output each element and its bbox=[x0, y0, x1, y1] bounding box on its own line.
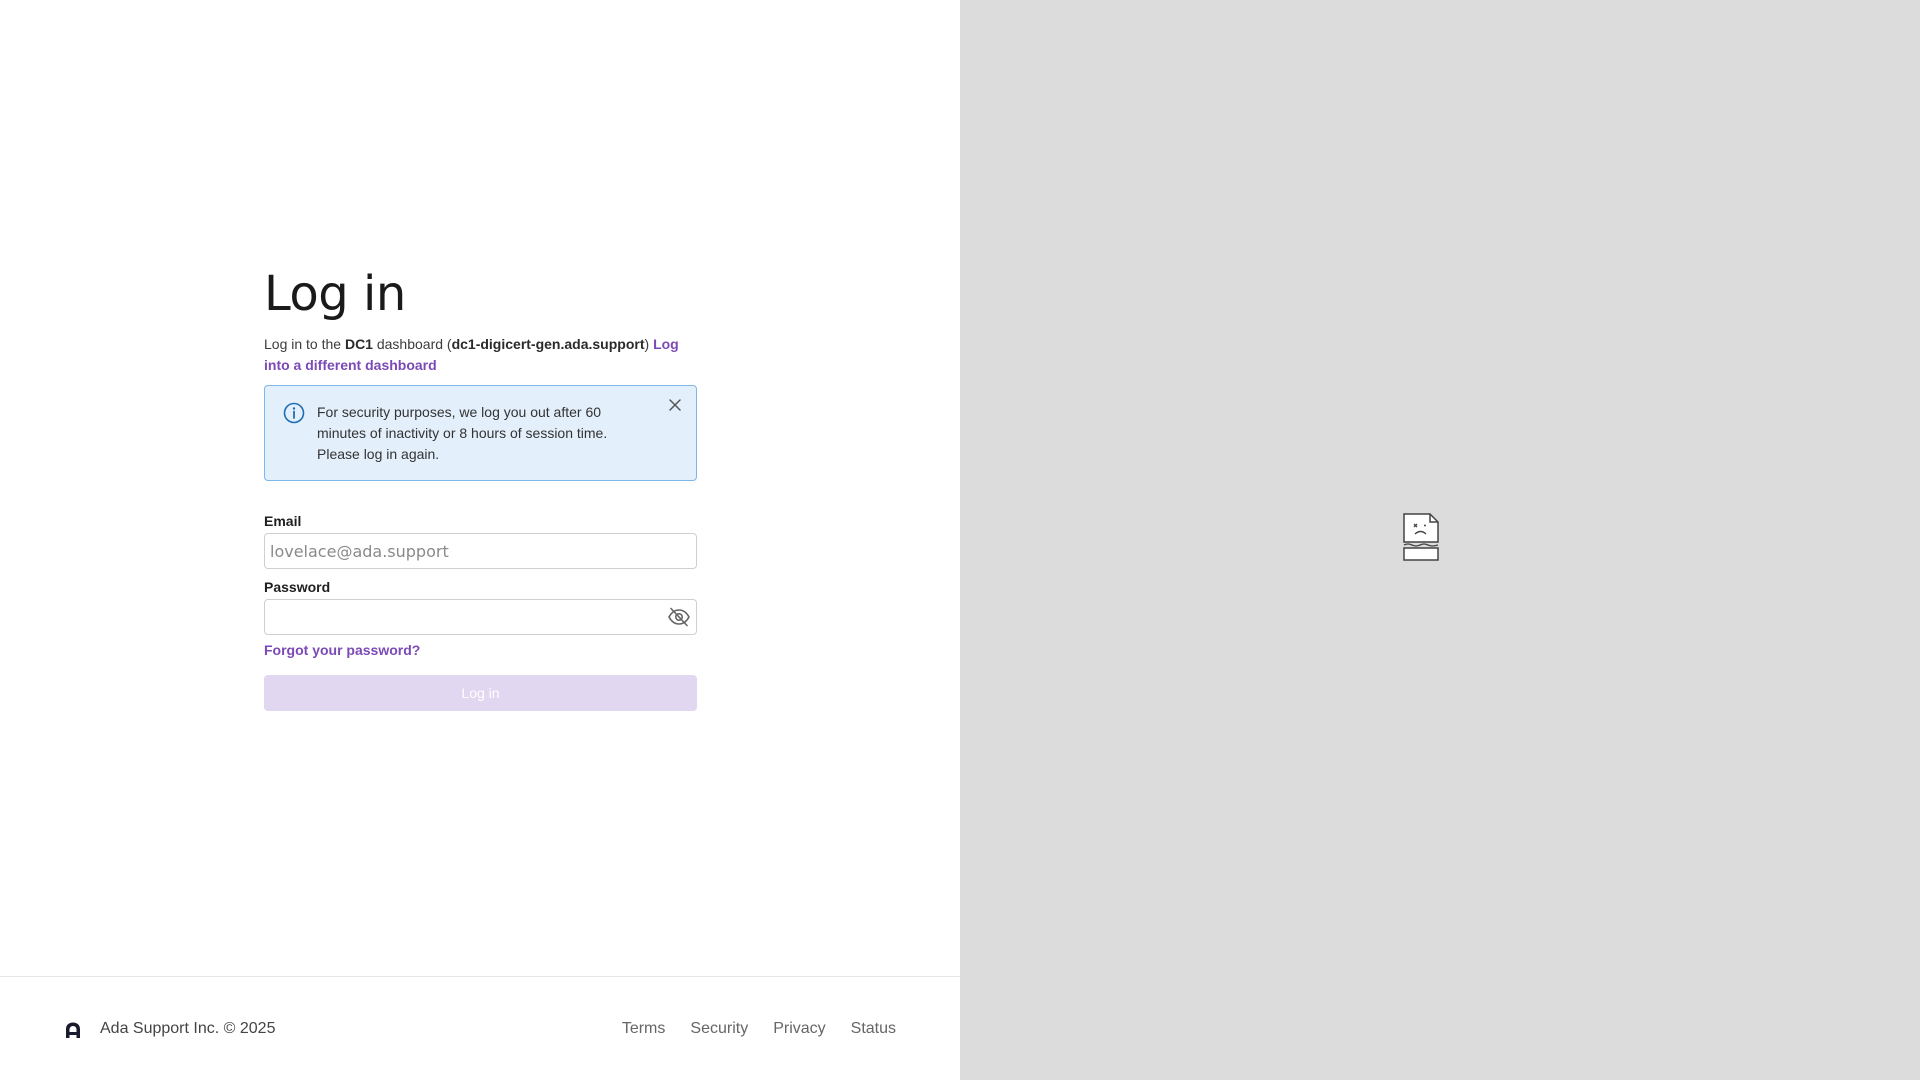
footer-links: Terms Security Privacy Status bbox=[622, 1019, 896, 1039]
info-icon bbox=[283, 402, 305, 424]
footer-link-privacy[interactable]: Privacy bbox=[773, 1019, 825, 1039]
subtitle-prefix: Log in to the bbox=[264, 336, 345, 352]
footer-link-security[interactable]: Security bbox=[690, 1019, 748, 1039]
ada-logo-icon bbox=[66, 1022, 80, 1038]
alert-text: For security purposes, we log you out af… bbox=[317, 404, 608, 462]
email-field[interactable] bbox=[264, 533, 697, 569]
dashboard-name: DC1 bbox=[344, 336, 373, 352]
page-title: Log in bbox=[264, 266, 406, 322]
password-field-wrapper bbox=[264, 597, 697, 635]
password-field[interactable] bbox=[264, 599, 697, 635]
login-page: Log in Log in to the DC1 dashboard (dc1-… bbox=[0, 0, 1920, 1080]
email-label: Email bbox=[264, 513, 302, 529]
broken-image-icon bbox=[1403, 513, 1439, 561]
subtitle-suffix: ) bbox=[644, 336, 654, 352]
hero-image-panel bbox=[960, 0, 1920, 1080]
password-label: Password bbox=[264, 579, 331, 595]
dashboard-info: Log in to the DC1 dashboard (dc1-digicer… bbox=[264, 334, 697, 376]
eye-off-icon[interactable] bbox=[667, 607, 691, 627]
subtitle-middle: dashboard ( bbox=[372, 336, 452, 352]
footer: Ada Support Inc. © 2025 Terms Security P… bbox=[0, 976, 960, 1080]
login-button[interactable]: Log in bbox=[264, 675, 697, 711]
close-icon[interactable] bbox=[666, 396, 684, 414]
forgot-password-link[interactable]: Forgot your password? bbox=[264, 640, 697, 660]
footer-link-terms[interactable]: Terms bbox=[622, 1019, 666, 1039]
footer-link-status[interactable]: Status bbox=[851, 1019, 896, 1039]
dashboard-host: dc1-digicert-gen.ada.support bbox=[451, 336, 645, 352]
login-panel: Log in Log in to the DC1 dashboard (dc1-… bbox=[0, 0, 960, 1080]
copyright: Ada Support Inc. © 2025 bbox=[100, 1020, 276, 1037]
login-form: Log in Log in to the DC1 dashboard (dc1-… bbox=[264, 260, 697, 711]
session-timeout-alert: For security purposes, we log you out af… bbox=[264, 385, 697, 481]
